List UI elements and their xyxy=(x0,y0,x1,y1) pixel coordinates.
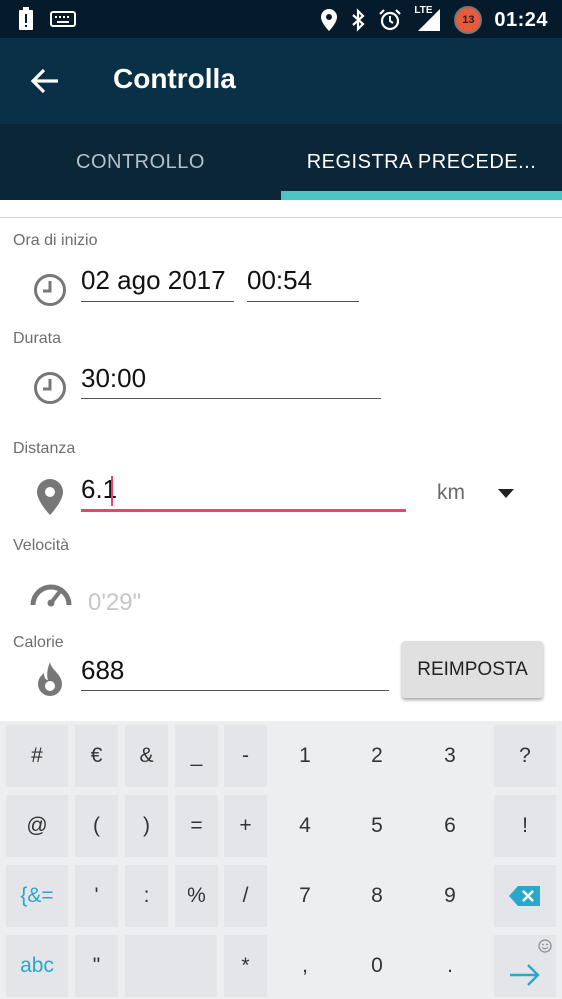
symbols-toggle-key[interactable]: {&= xyxy=(6,865,68,927)
bluetooth-icon xyxy=(352,8,365,32)
unit-select[interactable]: km xyxy=(437,481,465,505)
key[interactable]: 7 xyxy=(274,865,336,927)
key[interactable]: + xyxy=(224,795,267,857)
key[interactable]: " xyxy=(75,935,118,997)
key[interactable]: ( xyxy=(75,795,118,857)
key[interactable]: 4 xyxy=(274,795,336,857)
key[interactable]: * xyxy=(224,935,267,997)
tab-indicator xyxy=(281,191,562,200)
distance-underline-focused xyxy=(81,509,406,512)
key[interactable]: : xyxy=(125,865,168,927)
signal-icon: LTE xyxy=(414,5,442,33)
backspace-icon xyxy=(509,886,540,906)
arrow-right-icon xyxy=(510,964,540,986)
start-date-underline xyxy=(81,301,234,302)
alarm-icon xyxy=(379,9,402,31)
calories-underline xyxy=(81,690,389,691)
key[interactable]: € xyxy=(75,725,118,787)
key[interactable]: @ xyxy=(6,795,68,857)
enter-key[interactable] xyxy=(494,935,556,997)
key[interactable]: 1 xyxy=(274,725,336,787)
emoji-icon[interactable] xyxy=(538,939,552,953)
location-icon xyxy=(321,9,338,31)
start-date-field[interactable]: 02 ago 2017 xyxy=(81,265,226,296)
keyboard: # € & _ - 1 2 3 ? @ ( ) = + 4 5 6 ! {&= … xyxy=(0,721,562,999)
tab-bar: CONTROLLO REGISTRA PRECEDE... xyxy=(0,124,562,200)
key[interactable]: 0 xyxy=(346,935,408,997)
clock: 01:24 xyxy=(494,8,548,31)
divider xyxy=(0,217,562,218)
dropdown-arrow-icon[interactable] xyxy=(498,489,514,498)
badge-count: 13 xyxy=(462,14,475,26)
start-time-field[interactable]: 00:54 xyxy=(247,265,312,296)
tab-controllo[interactable]: CONTROLLO xyxy=(0,124,281,200)
speedometer-icon xyxy=(30,584,72,607)
start-time-underline xyxy=(247,301,359,302)
calories-label: Calorie xyxy=(13,634,64,651)
duration-field[interactable]: 30:00 xyxy=(81,363,146,394)
key[interactable]: _ xyxy=(175,725,218,787)
start-label: Ora di inizio xyxy=(13,232,98,249)
text-cursor xyxy=(111,476,113,506)
space-key[interactable] xyxy=(125,935,217,997)
key[interactable]: / xyxy=(224,865,267,927)
key[interactable]: & xyxy=(125,725,168,787)
key[interactable]: ) xyxy=(125,795,168,857)
distance-label: Distanza xyxy=(13,440,76,457)
key[interactable]: 3 xyxy=(419,725,481,787)
notification-badge: 13 xyxy=(454,6,483,34)
battery-alert-icon xyxy=(19,7,33,30)
key[interactable]: 2 xyxy=(346,725,408,787)
page-title: Controlla xyxy=(113,63,236,94)
tab-registra-precedente[interactable]: REGISTRA PRECEDE... xyxy=(281,124,562,200)
key[interactable]: ! xyxy=(494,795,556,857)
key[interactable]: ' xyxy=(75,865,118,927)
key[interactable]: . xyxy=(419,935,481,997)
clock-icon xyxy=(34,372,66,404)
key[interactable]: ? xyxy=(494,725,556,787)
abc-toggle-key[interactable]: abc xyxy=(6,935,68,997)
key[interactable]: , xyxy=(274,935,336,997)
key[interactable]: 6 xyxy=(419,795,481,857)
key[interactable]: % xyxy=(175,865,218,927)
keyboard-icon xyxy=(50,11,76,27)
clock-icon xyxy=(34,274,66,306)
duration-label: Durata xyxy=(13,330,62,347)
reset-button[interactable]: REIMPOSTA xyxy=(402,641,543,698)
duration-underline xyxy=(81,398,381,399)
speed-label: Velocità xyxy=(13,537,70,554)
key[interactable]: = xyxy=(175,795,218,857)
app-bar: Controlla xyxy=(0,38,562,124)
backspace-key[interactable] xyxy=(494,865,556,927)
key[interactable]: 9 xyxy=(419,865,481,927)
flame-icon xyxy=(38,662,62,696)
location-pin-icon xyxy=(37,479,63,515)
key[interactable]: 5 xyxy=(346,795,408,857)
back-arrow-icon[interactable] xyxy=(28,64,62,98)
key[interactable]: 8 xyxy=(346,865,408,927)
calories-field[interactable]: 688 xyxy=(81,655,124,686)
key[interactable]: # xyxy=(6,725,68,787)
speed-value: 0'29" xyxy=(88,589,142,616)
status-bar: LTE 13 01:24 xyxy=(0,0,562,38)
key[interactable]: - xyxy=(224,725,267,787)
